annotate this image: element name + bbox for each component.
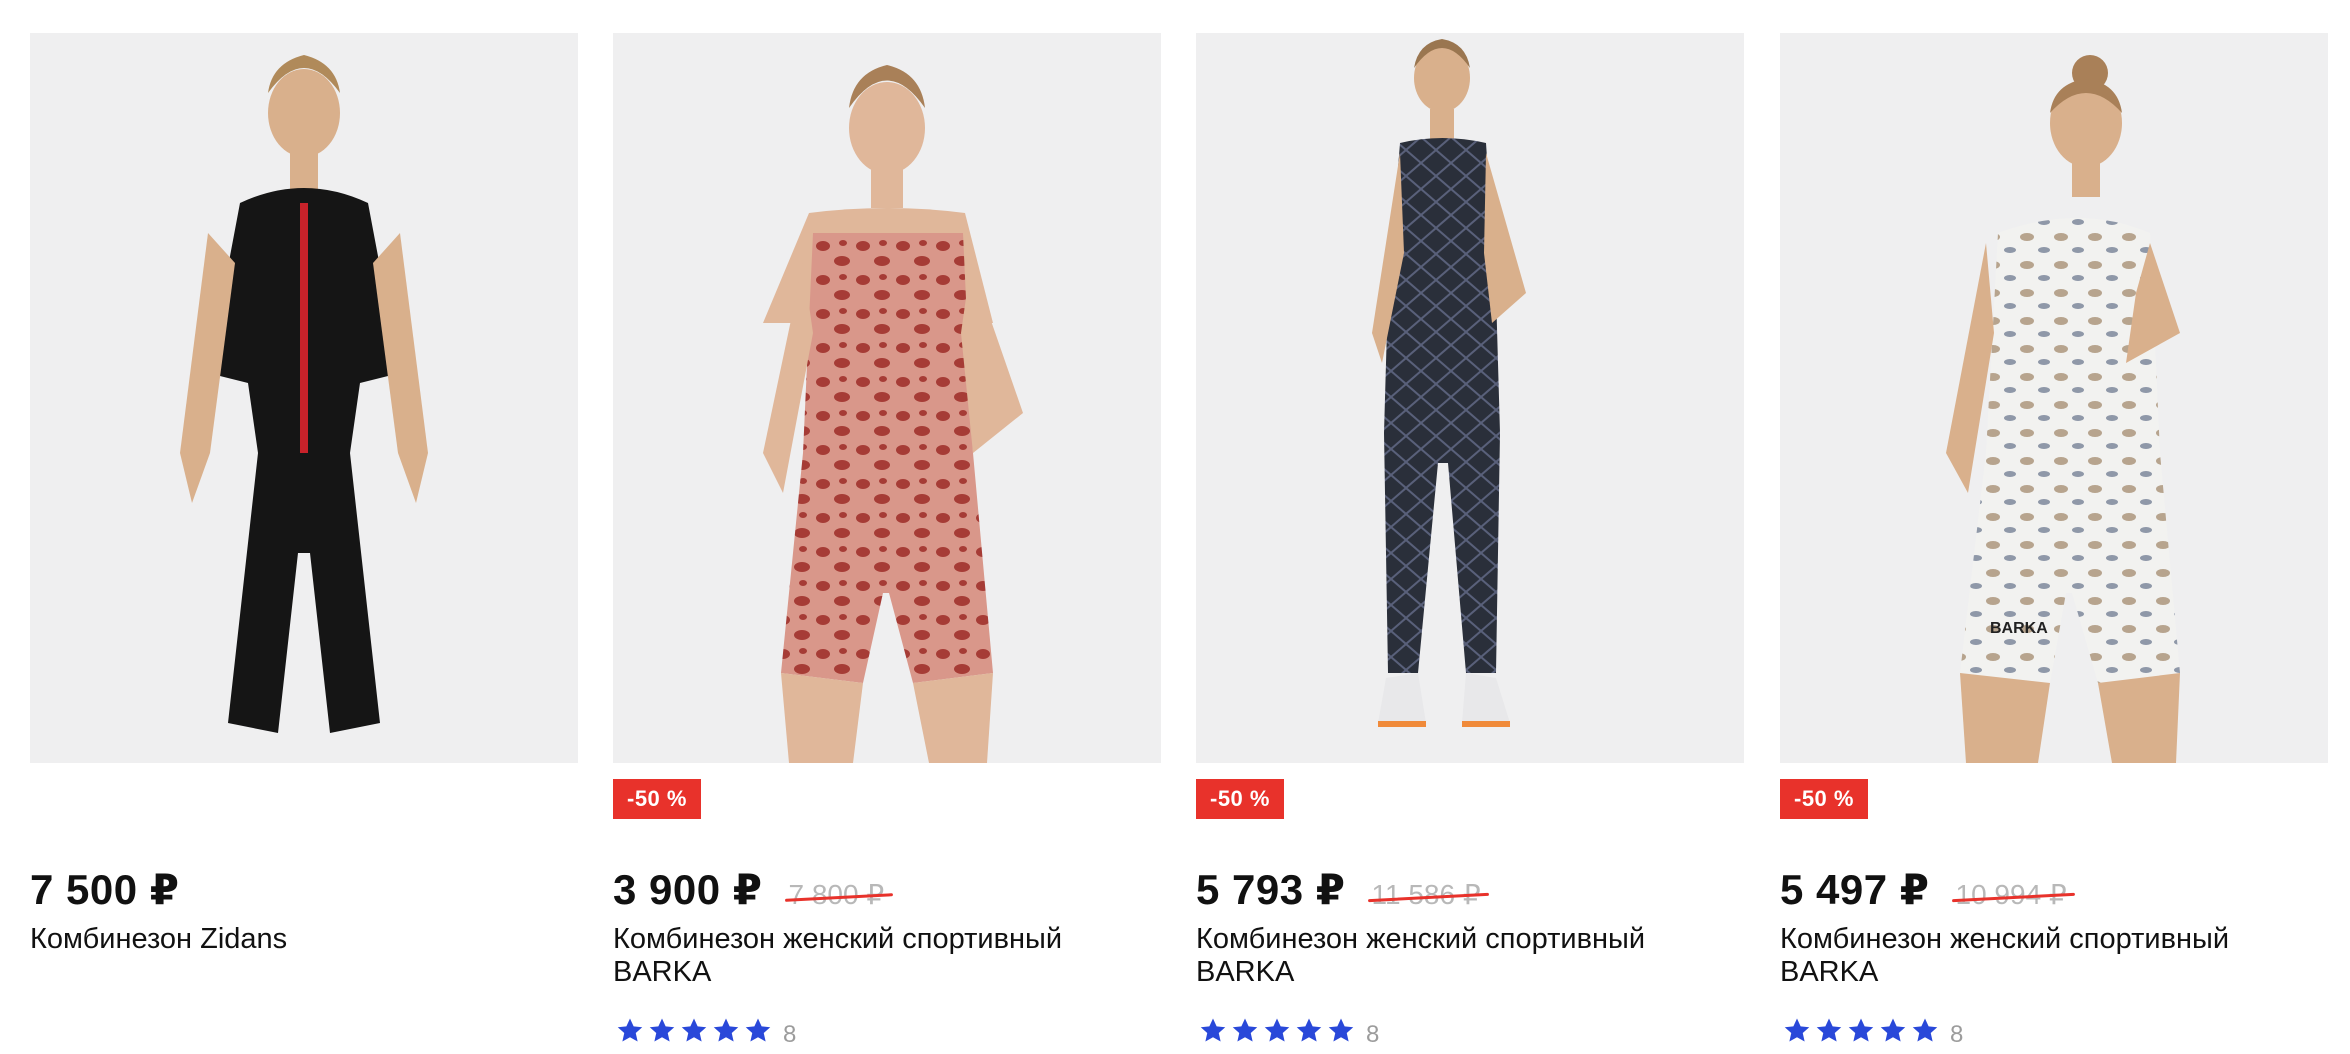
current-price: 3 900 ₽ (613, 866, 763, 913)
star-icon[interactable] (1230, 1016, 1260, 1046)
rating-count: 8 (1366, 1021, 1380, 1048)
star-icon[interactable] (1878, 1016, 1908, 1046)
current-price: 5 793 ₽ (1196, 866, 1346, 913)
old-price: 10 994 ₽ (1955, 879, 2067, 910)
discount-badge: -50 % (613, 779, 701, 819)
rating: 8 (1198, 1013, 1379, 1049)
star-icon[interactable] (615, 1016, 645, 1046)
star-icon[interactable] (1326, 1016, 1356, 1046)
old-price: 11 586 ₽ (1371, 879, 1481, 910)
star-icon[interactable] (1198, 1016, 1228, 1046)
current-price: 5 497 ₽ (1780, 866, 1930, 913)
snake-print-jumpsuit-photo (1372, 39, 1526, 727)
white-snake-bodysuit-photo: BARKA (1946, 55, 2180, 763)
star-icon[interactable] (1294, 1016, 1324, 1046)
product-title[interactable]: Комбинезон Zidans (30, 923, 578, 956)
star-icon[interactable] (743, 1016, 773, 1046)
black-bodysuit-red-zipper-photo (180, 55, 428, 733)
star-icon[interactable] (647, 1016, 677, 1046)
product-card[interactable]: BARKA -50 % 5 497 ₽ 10 994 ₽ Комбинезон … (1780, 33, 2328, 1048)
product-card[interactable]: -50 % 3 900 ₽ 7 800 ₽ Комбинезон женский… (613, 33, 1161, 1048)
star-icon[interactable] (1262, 1016, 1292, 1046)
rating-count: 8 (1950, 1021, 1964, 1048)
star-icon[interactable] (1782, 1016, 1812, 1046)
product-card[interactable]: 7 500 ₽ Комбинезон Zidans (30, 33, 578, 1033)
rating: 8 (615, 1013, 796, 1049)
product-grid: 7 500 ₽ Комбинезон Zidans -50 % 3 900 ₽ … (0, 0, 2350, 1054)
discount-badge: -50 % (1780, 779, 1868, 819)
star-icon[interactable] (1846, 1016, 1876, 1046)
product-title[interactable]: Комбинезон женский спортивный BARKA (1196, 923, 1744, 989)
product-image[interactable] (1196, 33, 1744, 763)
product-image[interactable] (30, 33, 578, 763)
price-row: 7 500 ₽ (30, 865, 180, 914)
rating-count: 8 (783, 1021, 797, 1048)
product-image[interactable] (613, 33, 1161, 763)
rating: 8 (1782, 1013, 1963, 1049)
svg-text:BARKA: BARKA (1990, 620, 2048, 637)
price-row: 5 793 ₽ 11 586 ₽ (1196, 865, 1481, 914)
product-title[interactable]: Комбинезон женский спортивный BARKA (613, 923, 1161, 989)
leopard-bodysuit-photo (763, 65, 1023, 763)
price-row: 3 900 ₽ 7 800 ₽ (613, 865, 884, 914)
star-icon[interactable] (711, 1016, 741, 1046)
star-icon[interactable] (1814, 1016, 1844, 1046)
star-icon[interactable] (679, 1016, 709, 1046)
price-row: 5 497 ₽ 10 994 ₽ (1780, 865, 2067, 914)
product-card[interactable]: -50 % 5 793 ₽ 11 586 ₽ Комбинезон женски… (1196, 33, 1744, 1048)
star-icon[interactable] (1910, 1016, 1940, 1046)
discount-badge: -50 % (1196, 779, 1284, 819)
product-image[interactable]: BARKA (1780, 33, 2328, 763)
old-price: 7 800 ₽ (788, 879, 885, 910)
current-price: 7 500 ₽ (30, 866, 180, 913)
product-title[interactable]: Комбинезон женский спортивный BARKA (1780, 923, 2328, 989)
